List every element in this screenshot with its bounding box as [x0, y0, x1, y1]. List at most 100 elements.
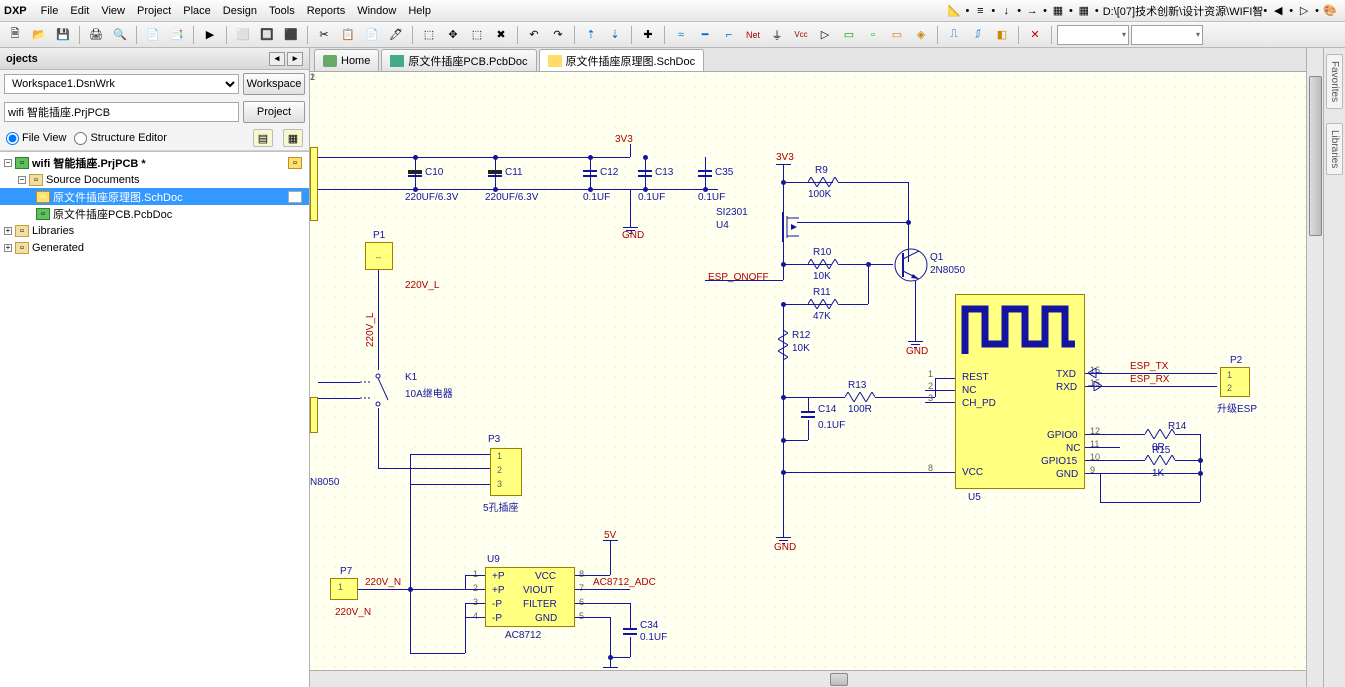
part-cutoff1 [310, 147, 318, 221]
panel-left-icon[interactable]: ◂ [269, 52, 285, 66]
palette-icon[interactable]: 🎨 [1320, 2, 1340, 20]
menu-design[interactable]: Design [217, 3, 263, 19]
part-icon[interactable]: ▷ [814, 24, 836, 46]
p7-ref: P7 [340, 566, 352, 577]
menu-help[interactable]: Help [402, 3, 437, 19]
signal-icon[interactable]: ⎎ [967, 24, 989, 46]
align-icon[interactable]: ≡ [970, 2, 990, 20]
move-icon[interactable]: ✥ [442, 24, 464, 46]
place-wire-icon[interactable]: 📐 [945, 2, 965, 20]
project-input[interactable] [4, 102, 239, 122]
save-icon[interactable]: 💾 [52, 24, 74, 46]
menu-place[interactable]: Place [177, 3, 217, 19]
tree-sch[interactable]: ▫原文件插座原理图.SchDoc▫ [0, 188, 309, 205]
toolbar: 🗎 📂 💾 🖨 🔍 📄 📑 ▶ ⬜ 🔲 ⬛ ✂ 📋 📄 🖊 ⬚ ✥ ⬚ ✖ ↶ … [0, 22, 1345, 48]
gnd-top: GND [622, 230, 644, 241]
fileview-radio[interactable]: File View [6, 132, 66, 145]
cross-probe-icon[interactable]: ✚ [637, 24, 659, 46]
p3-ref: P3 [488, 434, 500, 445]
nav-back-icon[interactable]: ◀ [1268, 2, 1288, 20]
app-name[interactable]: DXP [4, 5, 27, 17]
menu-edit[interactable]: Edit [64, 3, 95, 19]
nav-fwd-icon[interactable]: ▷ [1294, 2, 1314, 20]
h-scrollbar[interactable] [310, 670, 1306, 687]
compile-icon[interactable]: ▶ [199, 24, 221, 46]
u9-ref: U9 [487, 554, 500, 565]
tree-root[interactable]: −▫wifi 智能插座.PrjPCB *▫ [0, 154, 309, 171]
tree-gen[interactable]: +▫Generated [0, 239, 309, 256]
bus-entry-icon[interactable]: ⌐ [718, 24, 740, 46]
zoom-area-icon[interactable]: ⬜ [232, 24, 254, 46]
harness-icon[interactable]: ⎍ [943, 24, 965, 46]
tab-favorites[interactable]: Favorites [1326, 54, 1343, 109]
workspace-combo[interactable]: Workspace1.DsnWrk [4, 74, 239, 94]
copy-icon[interactable]: 📋 [337, 24, 359, 46]
stamp-icon[interactable]: 🖊 [385, 24, 407, 46]
n8050-label: N8050 [310, 477, 339, 488]
schematic-canvas[interactable]: N8050 2 1 3V3 C10 220UF/6.3V C11 [310, 72, 1306, 670]
tab-pcb[interactable]: 原文件插座PCB.PcbDoc [381, 49, 536, 71]
net-220vl: 220V_L [405, 280, 439, 291]
file-path: D:\[07]技术创新\设计资源\WIFI智 [1103, 3, 1264, 19]
structure-radio[interactable]: Structure Editor [74, 132, 166, 145]
menu-window[interactable]: Window [351, 3, 402, 19]
menu-reports[interactable]: Reports [301, 3, 352, 19]
tree-pcb[interactable]: ▫原文件插座PCB.PcbDoc [0, 205, 309, 222]
menu-file[interactable]: File [35, 3, 65, 19]
tree-opt1-icon[interactable]: ▤ [253, 129, 273, 147]
preview-icon[interactable]: 🔍 [109, 24, 131, 46]
undo-icon[interactable]: ↶ [523, 24, 545, 46]
project-tree[interactable]: −▫wifi 智能插座.PrjPCB *▫ −▫Source Documents… [0, 151, 309, 687]
netlabel-icon[interactable]: Net [742, 24, 764, 46]
sheet-icon[interactable]: ▭ [838, 24, 860, 46]
tab-home[interactable]: Home [314, 49, 379, 71]
sheet-entry-icon[interactable]: ▫ [862, 24, 884, 46]
zoom-sel-icon[interactable]: ⬛ [280, 24, 302, 46]
hier-up-icon[interactable]: ⇡ [580, 24, 602, 46]
open-doc-icon[interactable]: 📄 [142, 24, 164, 46]
tree-libs[interactable]: +▫Libraries [0, 222, 309, 239]
workspace-button[interactable]: Workspace [243, 73, 305, 95]
arrow-right-icon[interactable]: → [1022, 2, 1042, 20]
part-cutoff2 [310, 397, 318, 433]
arrow-down-icon[interactable]: ↓ [996, 2, 1016, 20]
noerror-icon[interactable]: ✕ [1024, 24, 1046, 46]
redo-icon[interactable]: ↷ [547, 24, 569, 46]
zoom-fit-icon[interactable]: 🔲 [256, 24, 278, 46]
grid2-icon[interactable]: ▦ [1074, 2, 1094, 20]
v-scrollbar[interactable] [1306, 48, 1323, 687]
p2-ref: P2 [1230, 355, 1242, 366]
device-sheet-icon[interactable]: ▭ [886, 24, 908, 46]
port-icon[interactable]: ◈ [910, 24, 932, 46]
grid-combo[interactable]: ▾ [1057, 25, 1129, 45]
select-icon[interactable]: ⬚ [418, 24, 440, 46]
tab-sch[interactable]: 原文件插座原理图.SchDoc [539, 49, 705, 71]
tab-libraries[interactable]: Libraries [1326, 123, 1343, 175]
u5-ref: U5 [968, 492, 981, 503]
gnd-icon[interactable]: ⏚ [766, 24, 788, 46]
tree-src[interactable]: −▫Source Documents [0, 171, 309, 188]
clear-icon[interactable]: ✖ [490, 24, 512, 46]
open-proj-icon[interactable]: 📑 [166, 24, 188, 46]
cut-icon[interactable]: ✂ [313, 24, 335, 46]
p1-ref: P1 [373, 230, 385, 241]
mosfet-icon [769, 212, 809, 242]
print-icon[interactable]: 🖨 [85, 24, 107, 46]
vcc-icon[interactable]: Vcc [790, 24, 812, 46]
new-icon[interactable]: 🗎 [4, 24, 26, 46]
connector-icon[interactable]: ◧ [991, 24, 1013, 46]
paste-icon[interactable]: 📄 [361, 24, 383, 46]
panel-right-icon[interactable]: ▸ [287, 52, 303, 66]
deselect-icon[interactable]: ⬚ [466, 24, 488, 46]
project-button[interactable]: Project [243, 101, 305, 123]
hier-dn-icon[interactable]: ⇣ [604, 24, 626, 46]
menu-tools[interactable]: Tools [263, 3, 301, 19]
bus-icon[interactable]: ━ [694, 24, 716, 46]
menu-view[interactable]: View [95, 3, 131, 19]
tree-opt2-icon[interactable]: ▦ [283, 129, 303, 147]
snap-combo[interactable]: ▾ [1131, 25, 1203, 45]
wire-icon[interactable]: ≈ [670, 24, 692, 46]
menu-project[interactable]: Project [131, 3, 177, 19]
open-icon[interactable]: 📂 [28, 24, 50, 46]
grid1-icon[interactable]: ▦ [1048, 2, 1068, 20]
